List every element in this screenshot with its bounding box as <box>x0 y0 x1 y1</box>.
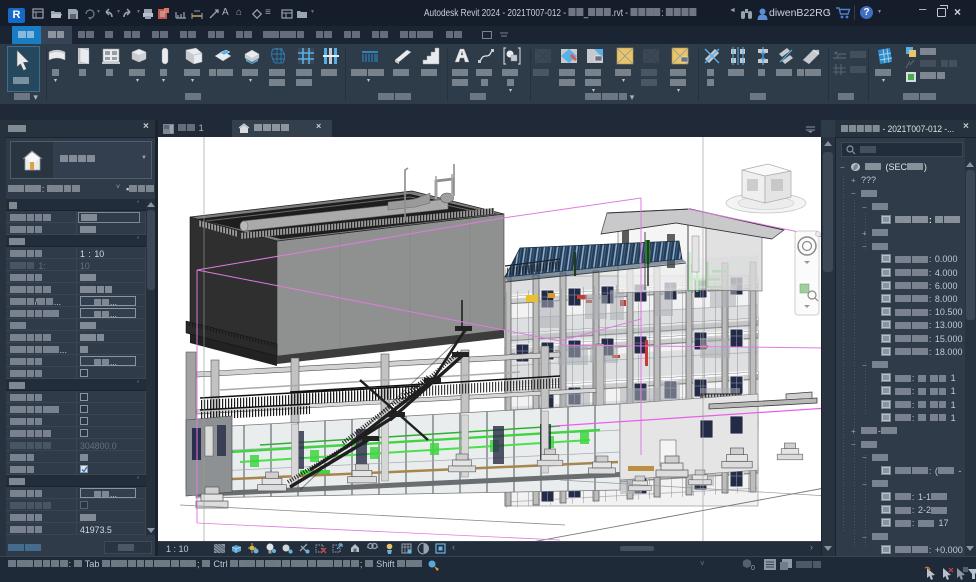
svg-text:0: 0 <box>751 565 755 572</box>
